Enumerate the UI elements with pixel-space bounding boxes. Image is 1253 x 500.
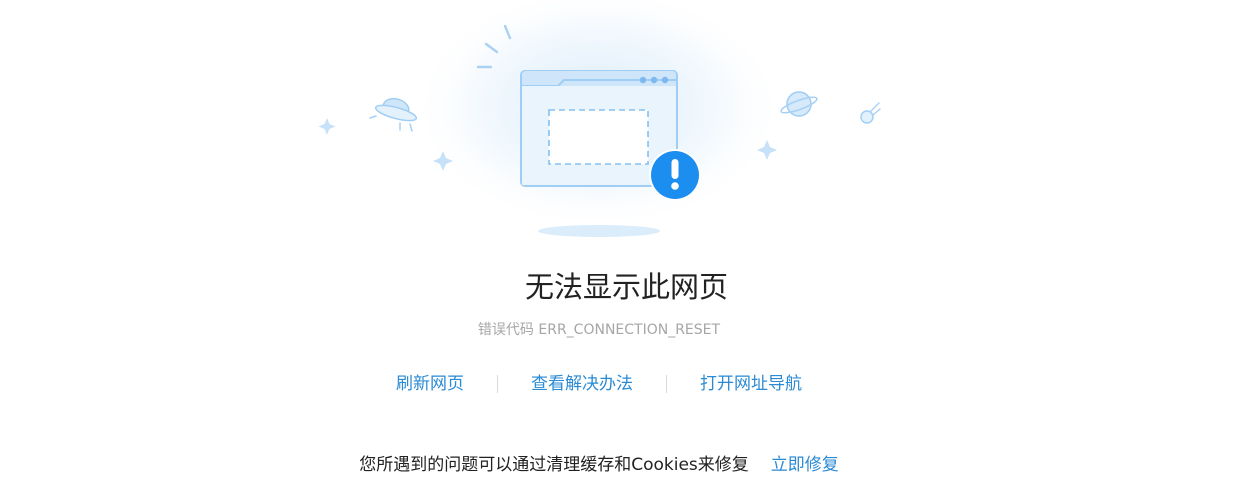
repair-tip-message: 您所遇到的问题可以通过清理缓存和Cookies来修复	[359, 455, 749, 475]
view-solutions-link[interactable]: 查看解决办法	[531, 371, 633, 397]
page-title: 无法显示此网页	[524, 270, 728, 304]
error-illustration	[318, 0, 881, 245]
action-links: 刷新网页 查看解决办法 打开网址导航	[0, 371, 1198, 397]
open-url-navigation-link[interactable]: 打开网址导航	[700, 371, 802, 397]
fix-now-link[interactable]: 立即修复	[771, 452, 839, 478]
comet-icon	[860, 102, 881, 124]
error-code: 错误代码 ERR_CONNECTION_RESET	[477, 322, 721, 338]
divider	[497, 375, 498, 393]
window-shadow	[538, 225, 660, 237]
repair-tip: 您所遇到的问题可以通过清理缓存和Cookies来修复 立即修复	[0, 452, 1198, 478]
exclamation-badge-icon	[649, 149, 701, 201]
error-page: 无法显示此网页 错误代码 ERR_CONNECTION_RESET 刷新网页 查…	[0, 0, 1253, 500]
divider	[666, 375, 667, 393]
refresh-page-link[interactable]: 刷新网页	[396, 371, 464, 397]
